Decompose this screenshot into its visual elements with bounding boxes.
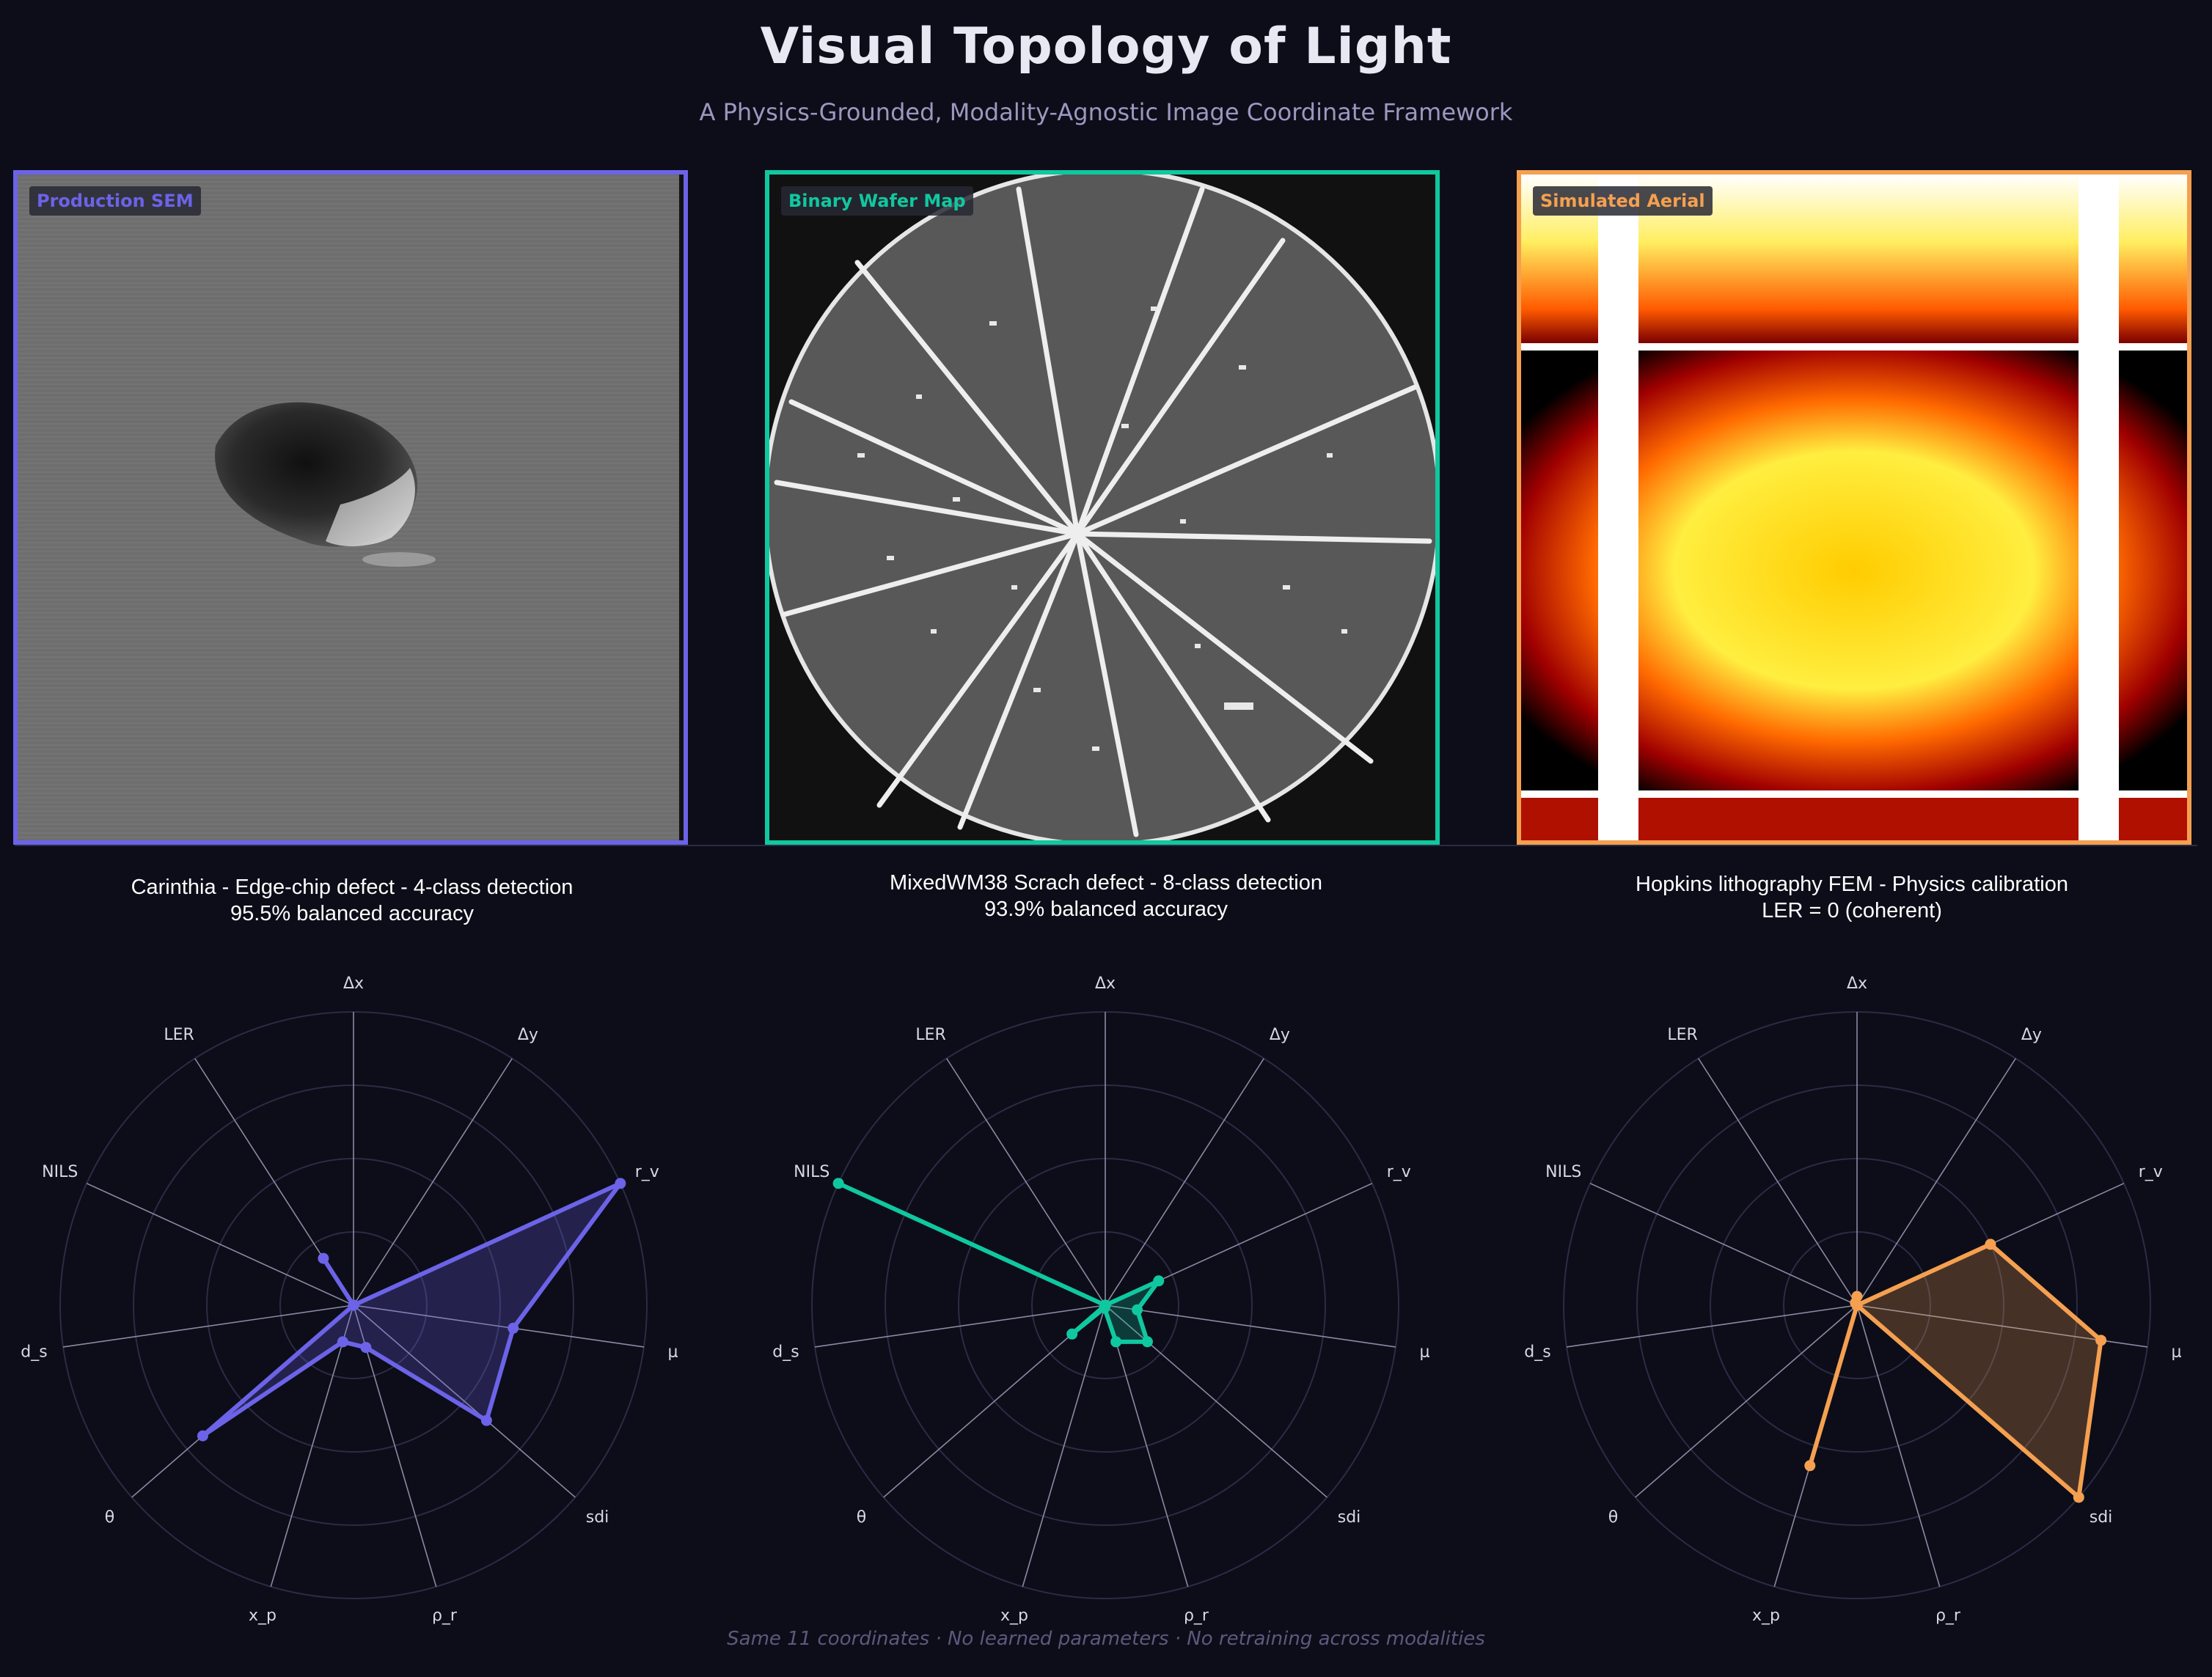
- radar-point-x_p: [337, 1336, 348, 1348]
- radar-axis-label: r_v: [2139, 1163, 2163, 1181]
- radar-axis-label: r_v: [1387, 1163, 1411, 1181]
- radar-axis-label: d_s: [772, 1343, 799, 1362]
- radar-axis-label: sdi: [586, 1508, 609, 1527]
- radar-axis-label: NILS: [42, 1163, 78, 1181]
- sem-caption-line1: Carinthia - Edge-chip defect - 4-class d…: [131, 876, 574, 899]
- radar-axis-label: x_p: [249, 1607, 276, 1625]
- radar-point-sdi: [1141, 1336, 1153, 1348]
- radar-point-r_v: [1153, 1275, 1165, 1287]
- radar-axis-label: Δy: [518, 1026, 538, 1044]
- wafer-map-image: [769, 175, 1435, 840]
- radar-spoke-10: [1698, 1058, 1858, 1306]
- radar-axis-label: Δx: [1847, 975, 1867, 993]
- radar-axis-label: sdi: [2090, 1508, 2113, 1527]
- radar-chart-sem: Δx Δy r_v μ sdi ρ_r x_p θ d_s NILS LER: [21, 975, 678, 1625]
- radar-spoke-7: [1635, 1304, 1858, 1498]
- wafer-map-panel: Binary Wafer Map: [765, 170, 1440, 845]
- radar-point-x_p: [1804, 1460, 1816, 1472]
- radar-series-area: [200, 1181, 623, 1439]
- radar-point-μ: [1132, 1304, 1143, 1315]
- radar-point-NILS: [348, 1299, 359, 1311]
- sem-caption: Carinthia - Edge-chip defect - 4-class d…: [0, 874, 704, 927]
- radar-series-area: [836, 1181, 1161, 1344]
- radar-point-θ: [197, 1430, 208, 1442]
- radar-axis-label: μ: [1420, 1343, 1430, 1362]
- radar-point-r_v: [615, 1178, 626, 1189]
- aerial-caption: Hopkins lithography FEM - Physics calibr…: [1500, 871, 2204, 924]
- radar-series-area: [1807, 1241, 2103, 1500]
- page-title: Visual Topology of Light: [760, 18, 1452, 76]
- radar-point-ρ_r: [360, 1342, 372, 1354]
- radar-axis-label: Δy: [2021, 1026, 2042, 1044]
- radar-point-sdi: [480, 1414, 492, 1426]
- radar-axis-label: ρ_r: [1936, 1607, 1961, 1625]
- aerial-caption-line1: Hopkins lithography FEM - Physics calibr…: [1636, 873, 2068, 896]
- radar-point-LER: [1099, 1299, 1111, 1311]
- wafer-caption-line2: 93.9% balanced accuracy: [984, 898, 1228, 921]
- page-subtitle: A Physics-Grounded, Modality-Agnostic Im…: [699, 98, 1513, 126]
- radar-axis-label: d_s: [1524, 1343, 1550, 1362]
- divider-line: [15, 845, 2197, 846]
- sem-image-panel: Production SEM: [13, 170, 688, 845]
- radar-point-r_v: [1985, 1239, 1996, 1250]
- radar-axis-label: LER: [1667, 1026, 1697, 1044]
- sem-panel-tag: Production SEM: [29, 186, 201, 216]
- radar-chart-wafer: Δx Δy r_v μ sdi ρ_r x_p θ d_s NILS LER: [772, 975, 1430, 1625]
- sem-caption-line2: 95.5% balanced accuracy: [230, 902, 475, 925]
- radar-axis-label: Δy: [1270, 1026, 1290, 1044]
- radar-axis-label: θ: [105, 1508, 114, 1527]
- radar-axis-label: ρ_r: [432, 1607, 458, 1625]
- radar-axis-label: LER: [164, 1026, 194, 1044]
- footer-note: Same 11 coordinates · No learned paramet…: [727, 1628, 1485, 1650]
- radar-spoke-8: [1566, 1304, 1858, 1348]
- radar-axis-label: LER: [915, 1026, 945, 1044]
- radar-axis-label: θ: [857, 1508, 866, 1527]
- aerial-image: [1521, 175, 2187, 840]
- radar-axis-label: Δx: [1095, 975, 1116, 993]
- radar-spoke-8: [814, 1304, 1106, 1348]
- radar-spoke-5: [1105, 1304, 1189, 1588]
- wafer-caption-line1: MixedWM38 Scrach defect - 8-class detect…: [890, 871, 1322, 895]
- radar-point-LER: [1850, 1297, 1861, 1309]
- wafer-panel-tag: Binary Wafer Map: [781, 186, 973, 216]
- radar-axis-label: μ: [668, 1343, 678, 1362]
- radar-axis-label: θ: [1608, 1508, 1618, 1527]
- radar-axis-label: r_v: [635, 1163, 659, 1181]
- radar-point-LER: [318, 1252, 329, 1264]
- radar-axis-label: x_p: [1000, 1607, 1028, 1625]
- radar-axis-label: sdi: [1338, 1508, 1361, 1527]
- aerial-caption-line2: LER = 0 (coherent): [1762, 899, 1942, 922]
- sem-image: [18, 175, 684, 840]
- radar-point-θ: [1066, 1328, 1078, 1340]
- radar-spoke-1: [1105, 1058, 1264, 1306]
- aerial-panel-tag: Simulated Aerial: [1533, 186, 1713, 216]
- radar-point-sdi: [2073, 1491, 2084, 1503]
- radar-point-μ: [508, 1322, 519, 1334]
- radar-axis-label: x_p: [1752, 1607, 1780, 1625]
- radar-spoke-6: [1022, 1304, 1106, 1588]
- radar-axis-label: d_s: [21, 1343, 47, 1362]
- radar-point-NILS: [832, 1178, 844, 1189]
- radar-axis-label: ρ_r: [1184, 1607, 1209, 1625]
- aerial-image-panel: Simulated Aerial: [1517, 170, 2191, 845]
- radar-axis-label: NILS: [794, 1163, 830, 1181]
- radar-point-μ: [2095, 1335, 2107, 1346]
- radar-axis-label: μ: [2172, 1343, 2182, 1362]
- radar-axis-label: NILS: [1545, 1163, 1581, 1181]
- radar-point-ρ_r: [1110, 1336, 1122, 1348]
- radar-chart-aerial: Δx Δy r_v μ sdi ρ_r x_p θ d_s NILS LER: [1524, 975, 2182, 1625]
- wafer-caption: MixedWM38 Scrach defect - 8-class detect…: [754, 870, 1458, 922]
- radar-axis-label: Δx: [343, 975, 364, 993]
